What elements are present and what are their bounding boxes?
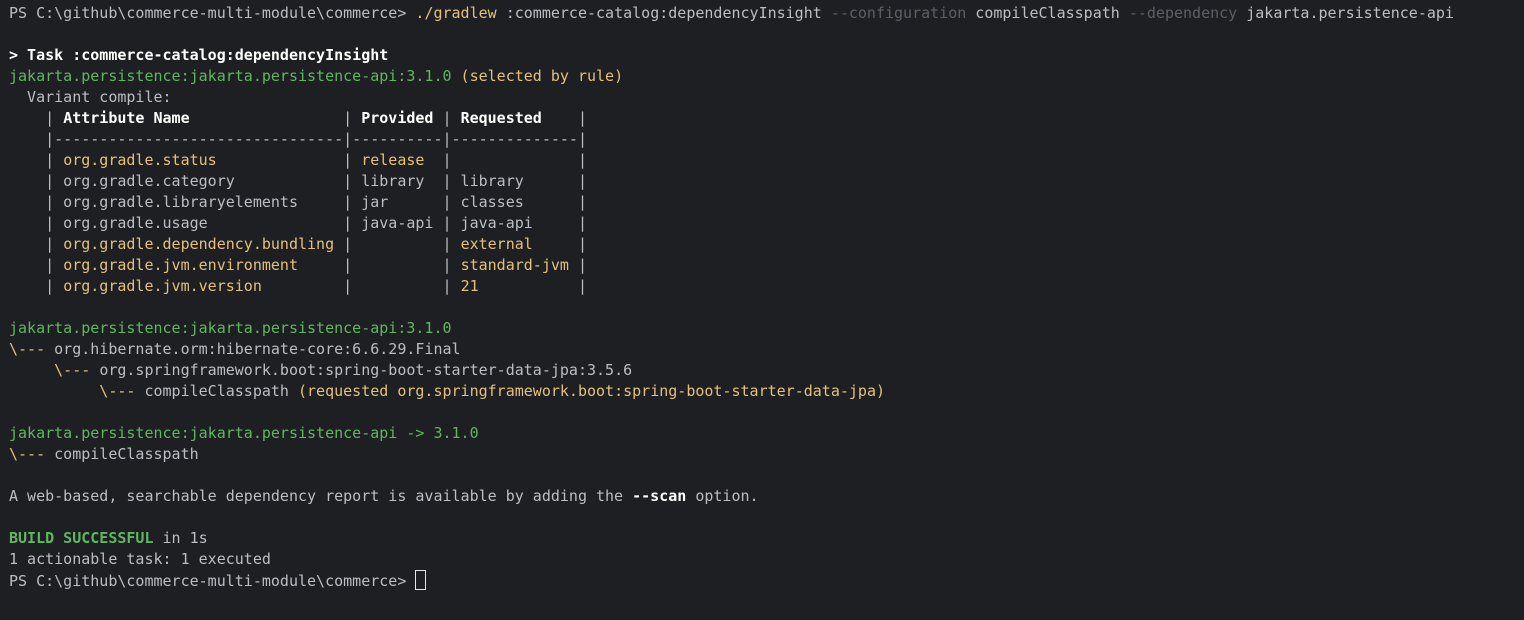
terminal-text-segment: \--- [9, 361, 100, 379]
terminal-text-segment: --scan [632, 487, 687, 505]
terminal-output[interactable]: PS C:\github\commerce-multi-module\comme… [0, 0, 1524, 620]
terminal-line: | org.gradle.usage | java-api | java-api… [9, 213, 1524, 234]
terminal-text-segment: Provided [361, 109, 434, 127]
terminal-line: | Attribute Name | Provided | Requested … [9, 108, 1524, 129]
terminal-text-segment: | org.gradle.category | library | librar… [9, 172, 587, 190]
terminal-text-segment: org.gradle.dependency.bundling [63, 235, 335, 253]
terminal-line: | org.gradle.jvm.version | | 21 | [9, 276, 1524, 297]
terminal-text-segment: | [568, 256, 587, 274]
terminal-text-segment: PS C:\github\commerce-multi-module\comme… [9, 572, 416, 590]
terminal-text-segment: org.springframework.boot:spring-boot-sta… [99, 361, 633, 379]
terminal-text-segment: | [9, 151, 64, 169]
terminal-text-segment: > Task :commerce-catalog:dependencyInsig… [9, 46, 389, 64]
terminal-line: \--- org.hibernate.orm:hibernate-core:6.… [9, 339, 1524, 360]
terminal-text-segment: jakarta.persistence:jakarta.persistence-… [9, 319, 452, 337]
terminal-text-segment: | [9, 235, 64, 253]
terminal-text-segment: option. [686, 487, 759, 505]
terminal-text-segment: | [216, 151, 362, 169]
terminal-line: Variant compile: [9, 87, 1524, 108]
terminal-text-segment: | [478, 277, 587, 295]
terminal-text-segment: org.gradle.jvm.environment [63, 256, 298, 274]
terminal-text-segment: Requested [460, 109, 542, 127]
terminal-line: jakarta.persistence:jakarta.persistence-… [9, 66, 1524, 87]
terminal-text-segment: PS C:\github\commerce-multi-module\comme… [9, 4, 416, 22]
terminal-text-segment: --dependency [1128, 4, 1238, 22]
terminal-text-segment: | org.gradle.usage | java-api | java-api… [9, 214, 587, 232]
terminal-text-segment: | [9, 277, 64, 295]
terminal-line: | org.gradle.libraryelements | jar | cla… [9, 192, 1524, 213]
terminal-line: \--- compileClasspath [9, 444, 1524, 465]
terminal-text-segment: | | [298, 256, 461, 274]
terminal-text-segment: | org.gradle.libraryelements | jar | cla… [9, 193, 587, 211]
terminal-text-segment: ./gradlew [415, 4, 497, 22]
terminal-text-segment: \--- [9, 382, 145, 400]
terminal-text-segment: (selected by rule) [451, 67, 624, 85]
terminal-text-segment: | [189, 109, 362, 127]
terminal-line: |--------------------------------|------… [9, 129, 1524, 150]
terminal-text-segment: :commerce-catalog:dependencyInsight [496, 4, 831, 22]
terminal-text-segment: | [9, 256, 64, 274]
terminal-text-segment: | [9, 109, 64, 127]
terminal-text-segment: jakarta.persistence:jakarta.persistence-… [9, 424, 479, 442]
terminal-text-segment: compileClasspath [54, 445, 199, 463]
terminal-text-segment: | [541, 109, 587, 127]
terminal-line: PS C:\github\commerce-multi-module\comme… [9, 3, 1524, 24]
terminal-text-segment: \--- [9, 445, 55, 463]
terminal-text-segment: | | [261, 277, 461, 295]
terminal-text-segment: Attribute Name [63, 109, 190, 127]
terminal-line: BUILD SUCCESSFUL in 1s [9, 528, 1524, 549]
terminal-line: A web-based, searchable dependency repor… [9, 486, 1524, 507]
terminal-line: | org.gradle.dependency.bundling | | ext… [9, 234, 1524, 255]
terminal-line: PS C:\github\commerce-multi-module\comme… [9, 570, 1524, 591]
terminal-line: | org.gradle.jvm.environment | | standar… [9, 255, 1524, 276]
terminal-line: > Task :commerce-catalog:dependencyInsig… [9, 45, 1524, 66]
terminal-text-segment: Variant compile: [9, 88, 172, 106]
terminal-text-segment: jakarta.persistence-api [1237, 4, 1454, 22]
terminal-text-segment: in 1s [153, 529, 208, 547]
terminal-text-segment: --configuration [830, 4, 967, 22]
terminal-text-segment: 21 [460, 277, 479, 295]
terminal-text-segment: 1 actionable task: 1 executed [9, 550, 271, 568]
terminal-line: | org.gradle.category | library | librar… [9, 171, 1524, 192]
terminal-text-segment: org.hibernate.orm:hibernate-core:6.6.29.… [54, 340, 461, 358]
terminal-text-segment: (requested org.springframework.boot:spri… [288, 382, 885, 400]
terminal-text-segment: | [433, 109, 461, 127]
terminal-text-segment: \--- [9, 340, 55, 358]
terminal-text-segment: compileClasspath [144, 382, 289, 400]
terminal-text-segment: | [532, 235, 587, 253]
terminal-text-segment: standard-jvm [460, 256, 569, 274]
terminal-text-segment: org.gradle.jvm.version [63, 277, 262, 295]
terminal-text-segment: BUILD SUCCESSFUL [9, 529, 154, 547]
terminal-line: \--- compileClasspath (requested org.spr… [9, 381, 1524, 402]
terminal-line: \--- org.springframework.boot:spring-boo… [9, 360, 1524, 381]
terminal-text-segment: |--------------------------------|------… [9, 130, 587, 148]
cursor-icon [415, 570, 427, 590]
terminal-line: 1 actionable task: 1 executed [9, 549, 1524, 570]
terminal-text-segment: A web-based, searchable dependency repor… [9, 487, 633, 505]
terminal-text-segment: release [361, 151, 425, 169]
terminal-text-segment: jakarta.persistence:jakarta.persistence-… [9, 67, 452, 85]
terminal-text-segment: org.gradle.status [63, 151, 217, 169]
terminal-text-segment: | | [424, 151, 587, 169]
terminal-text-segment: | | [334, 235, 461, 253]
terminal-line: jakarta.persistence:jakarta.persistence-… [9, 318, 1524, 339]
terminal-line: | org.gradle.status | release | | [9, 150, 1524, 171]
terminal-line: jakarta.persistence:jakarta.persistence-… [9, 423, 1524, 444]
terminal-text-segment: external [460, 235, 533, 253]
terminal-text-segment: compileClasspath [966, 4, 1129, 22]
